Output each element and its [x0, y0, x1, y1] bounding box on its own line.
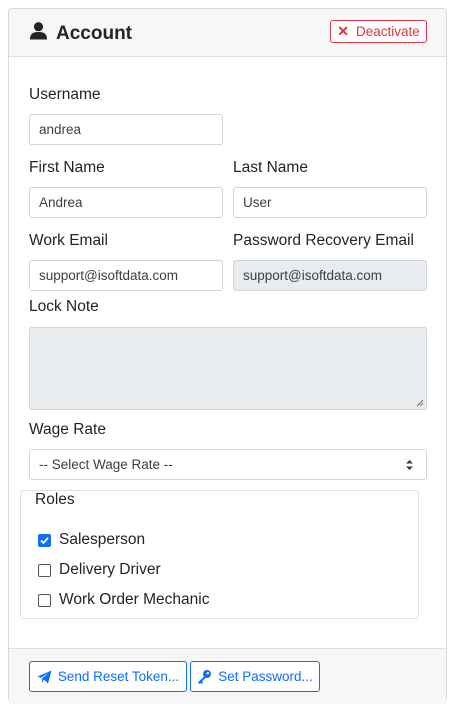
recovery-email-label: Password Recovery Email [233, 232, 414, 249]
role-work-order-mechanic[interactable]: Work Order Mechanic [38, 591, 209, 609]
work-order-mechanic-label: Work Order Mechanic [59, 591, 210, 608]
wage-rate-select[interactable]: -- Select Wage Rate -- [29, 449, 427, 480]
work-email-input[interactable]: support@isoftdata.com [29, 260, 223, 291]
set-password-label: Set Password... [218, 669, 313, 684]
salesperson-label: Salesperson [59, 531, 146, 548]
wage-rate-selected: -- Select Wage Rate -- [39, 457, 173, 472]
role-salesperson[interactable]: Salesperson [38, 531, 145, 549]
select-caret-icon [406, 460, 413, 470]
work-email-label: Work Email [29, 232, 108, 249]
card-header: Account ✕ Deactivate [9, 9, 446, 57]
page-title: Account [56, 22, 132, 44]
paper-plane-icon [37, 670, 52, 683]
x-icon: ✕ [337, 23, 349, 39]
deactivate-button[interactable]: ✕ Deactivate [330, 20, 427, 43]
check-icon [40, 536, 49, 544]
lock-note-label: Lock Note [29, 298, 99, 315]
wage-rate-label: Wage Rate [29, 421, 106, 438]
user-icon [29, 21, 48, 46]
last-name-label: Last Name [233, 159, 308, 176]
resize-grip-icon [416, 399, 424, 407]
deactivate-label: Deactivate [355, 24, 420, 39]
salesperson-checkbox[interactable] [38, 533, 51, 547]
role-delivery-driver[interactable]: Delivery Driver [38, 561, 161, 579]
roles-legend: Roles [33, 491, 77, 509]
send-reset-token-label: Send Reset Token... [57, 669, 180, 684]
lock-note-textarea [29, 327, 427, 410]
username-input[interactable]: andrea [29, 114, 223, 145]
delivery-driver-checkbox[interactable] [38, 563, 51, 577]
key-icon [198, 670, 212, 684]
set-password-button[interactable]: Set Password... [190, 661, 320, 692]
first-name-label: First Name [29, 159, 105, 176]
send-reset-token-button[interactable]: Send Reset Token... [29, 661, 187, 692]
recovery-email-input: support@isoftdata.com [233, 260, 427, 291]
delivery-driver-label: Delivery Driver [59, 561, 161, 578]
card-footer: Send Reset Token... Set Password... [9, 648, 446, 704]
title-group: Account [29, 21, 132, 46]
work-order-mechanic-checkbox[interactable] [38, 593, 51, 607]
first-name-input[interactable]: Andrea [29, 187, 223, 218]
last-name-input[interactable]: User [233, 187, 427, 218]
username-label: Username [29, 86, 101, 103]
